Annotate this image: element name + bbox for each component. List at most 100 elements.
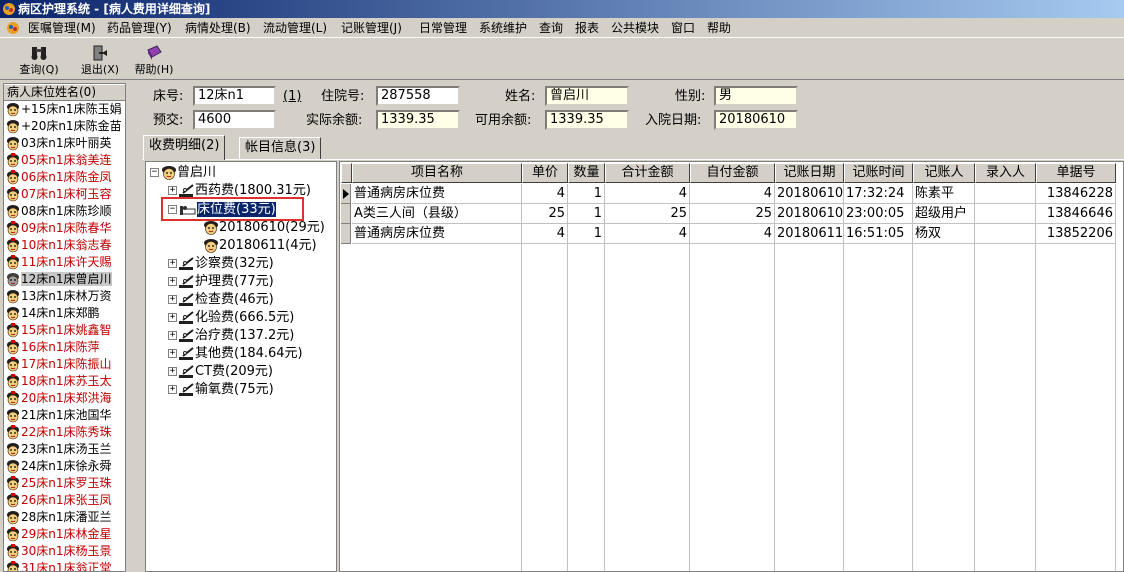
deposit-field[interactable]: 4600: [193, 110, 276, 130]
row-indicator[interactable]: [341, 184, 351, 204]
patient-list-item[interactable]: 20床n1床郑洪海: [4, 390, 125, 407]
patient-list-item[interactable]: 08床n1床陈珍顺: [4, 203, 125, 220]
grid-cell[interactable]: 23:00:05: [844, 204, 913, 224]
expand-icon[interactable]: +: [168, 313, 177, 322]
menu-billing[interactable]: 记账管理(J): [341, 20, 402, 36]
grid-cell[interactable]: 杨双: [913, 224, 975, 244]
patient-list-item[interactable]: 06床n1床陈金凤: [4, 169, 125, 186]
tree-category-node[interactable]: + 诊察费(32元): [168, 255, 274, 273]
patient-list-item[interactable]: 24床n1床徐永舜: [4, 458, 125, 475]
tree-category-node[interactable]: + CT费(209元): [168, 363, 273, 381]
menu-drugs[interactable]: 药品管理(Y): [107, 20, 172, 36]
collapse-icon[interactable]: −: [150, 168, 159, 177]
patient-list-item[interactable]: 28床n1床潘亚兰: [4, 509, 125, 526]
menu-reports[interactable]: 报表: [575, 20, 599, 36]
expand-icon[interactable]: +: [168, 277, 177, 286]
expand-icon[interactable]: +: [168, 367, 177, 376]
grid-cell[interactable]: 4: [522, 224, 568, 244]
patient-list-item[interactable]: 12床n1床曾启川: [4, 271, 125, 288]
patient-list-item[interactable]: 23床n1床汤玉兰: [4, 441, 125, 458]
admit-date-field[interactable]: 20180610: [714, 110, 798, 130]
expand-icon[interactable]: +: [168, 349, 177, 358]
admission-field[interactable]: 287558: [376, 86, 460, 106]
menu-window[interactable]: 窗口: [671, 20, 695, 36]
tree-category-node[interactable]: + 输氧费(75元): [168, 381, 274, 399]
grid-cell[interactable]: [975, 224, 1036, 244]
row-indicator[interactable]: [341, 224, 351, 244]
grid-cell[interactable]: 陈素平: [913, 184, 975, 204]
patient-list-item[interactable]: 10床n1床翁志春: [4, 237, 125, 254]
menu-query[interactable]: 查询: [539, 20, 563, 36]
grid-cell[interactable]: 超级用户: [913, 204, 975, 224]
grid-cell[interactable]: 20180610: [775, 184, 844, 204]
grid-cell[interactable]: 4: [605, 184, 690, 204]
tree-date-node[interactable]: 20180611(4元): [203, 237, 317, 255]
grid-cell[interactable]: 13852206: [1036, 224, 1116, 244]
grid-cell[interactable]: 25: [522, 204, 568, 224]
grid-cell[interactable]: 20180610: [775, 204, 844, 224]
patient-list-item[interactable]: 21床n1床池国华: [4, 407, 125, 424]
app-menu-icon[interactable]: [6, 21, 20, 35]
expand-icon[interactable]: +: [168, 259, 177, 268]
patient-list-item[interactable]: 26床n1床张玉凤: [4, 492, 125, 509]
grid-column-header[interactable]: 记账时间: [844, 163, 913, 183]
patient-list-item[interactable]: 30床n1床杨玉景: [4, 543, 125, 560]
grid-cell[interactable]: 20180611: [775, 224, 844, 244]
grid-cell[interactable]: 13846646: [1036, 204, 1116, 224]
expand-icon[interactable]: +: [168, 295, 177, 304]
menu-common[interactable]: 公共模块: [611, 20, 659, 36]
patient-list-item[interactable]: +15床n1床陈玉娟: [4, 101, 125, 118]
grid-column-header[interactable]: 自付金额: [690, 163, 775, 183]
grid-cell[interactable]: [975, 204, 1036, 224]
patient-list-item[interactable]: +20床n1床陈金苗: [4, 118, 125, 135]
help-button[interactable]: 帮助(H): [127, 42, 181, 78]
patient-list-item[interactable]: 31床n1床翁正堂: [4, 560, 125, 571]
grid-cell[interactable]: 4: [605, 224, 690, 244]
grid-cell[interactable]: 普通病房床位费: [352, 224, 522, 244]
tree-date-node[interactable]: 20180610(29元): [203, 219, 325, 237]
grid-cell[interactable]: 13846228: [1036, 184, 1116, 204]
grid-column-header[interactable]: 记账人: [913, 163, 975, 183]
menu-help[interactable]: 帮助: [707, 20, 731, 36]
grid-cell[interactable]: 1: [568, 204, 605, 224]
grid-column-header[interactable]: 项目名称: [352, 163, 522, 183]
tree-category-node[interactable]: + 其他费(184.64元): [168, 345, 303, 363]
patient-list-item[interactable]: 15床n1床姚鑫智: [4, 322, 125, 339]
grid-cell[interactable]: 4: [690, 184, 775, 204]
patient-list-item[interactable]: 17床n1床陈振山: [4, 356, 125, 373]
tree-category-node[interactable]: + 检查费(46元): [168, 291, 274, 309]
patient-list-item[interactable]: 14床n1床郑鹏: [4, 305, 125, 322]
patient-list-item[interactable]: 22床n1床陈秀珠: [4, 424, 125, 441]
gender-field[interactable]: 男: [714, 86, 798, 106]
bed-field[interactable]: 12床n1: [193, 86, 276, 106]
expand-icon[interactable]: +: [168, 186, 177, 195]
expand-icon[interactable]: +: [168, 385, 177, 394]
menu-orders[interactable]: 医嘱管理(M): [28, 20, 96, 36]
menu-condition[interactable]: 病情处理(B): [185, 20, 251, 36]
patient-list-item[interactable]: 13床n1床林万资: [4, 288, 125, 305]
query-button[interactable]: 查询(Q): [12, 42, 66, 78]
grid-cell[interactable]: 4: [522, 184, 568, 204]
grid-cell[interactable]: 1: [568, 224, 605, 244]
grid-column-header[interactable]: 数量: [568, 163, 605, 183]
grid-cell[interactable]: 25: [605, 204, 690, 224]
row-indicator[interactable]: [341, 204, 351, 224]
patient-list-item[interactable]: 09床n1床陈春华: [4, 220, 125, 237]
grid-column-header[interactable]: 合计金额: [605, 163, 690, 183]
tree-category-node[interactable]: + 护理费(77元): [168, 273, 274, 291]
grid-cell[interactable]: 25: [690, 204, 775, 224]
patient-list-item[interactable]: 18床n1床苏玉太: [4, 373, 125, 390]
patient-list-item[interactable]: 16床n1床陈萍: [4, 339, 125, 356]
menu-daily[interactable]: 日常管理: [419, 20, 467, 36]
menu-system[interactable]: 系统维护: [479, 20, 527, 36]
available-field[interactable]: 1339.35: [545, 110, 629, 130]
grid-column-header[interactable]: 记账日期: [775, 163, 844, 183]
grid-cell[interactable]: 17:32:24: [844, 184, 913, 204]
grid-cell[interactable]: 1: [568, 184, 605, 204]
expand-icon[interactable]: +: [168, 331, 177, 340]
patient-list-item[interactable]: 07床n1床柯玉容: [4, 186, 125, 203]
patient-list-item[interactable]: 05床n1床翁美连: [4, 152, 125, 169]
grid-cell[interactable]: [975, 184, 1036, 204]
grid-column-header[interactable]: 单据号: [1036, 163, 1116, 183]
patient-list-item[interactable]: 25床n1床罗玉珠: [4, 475, 125, 492]
